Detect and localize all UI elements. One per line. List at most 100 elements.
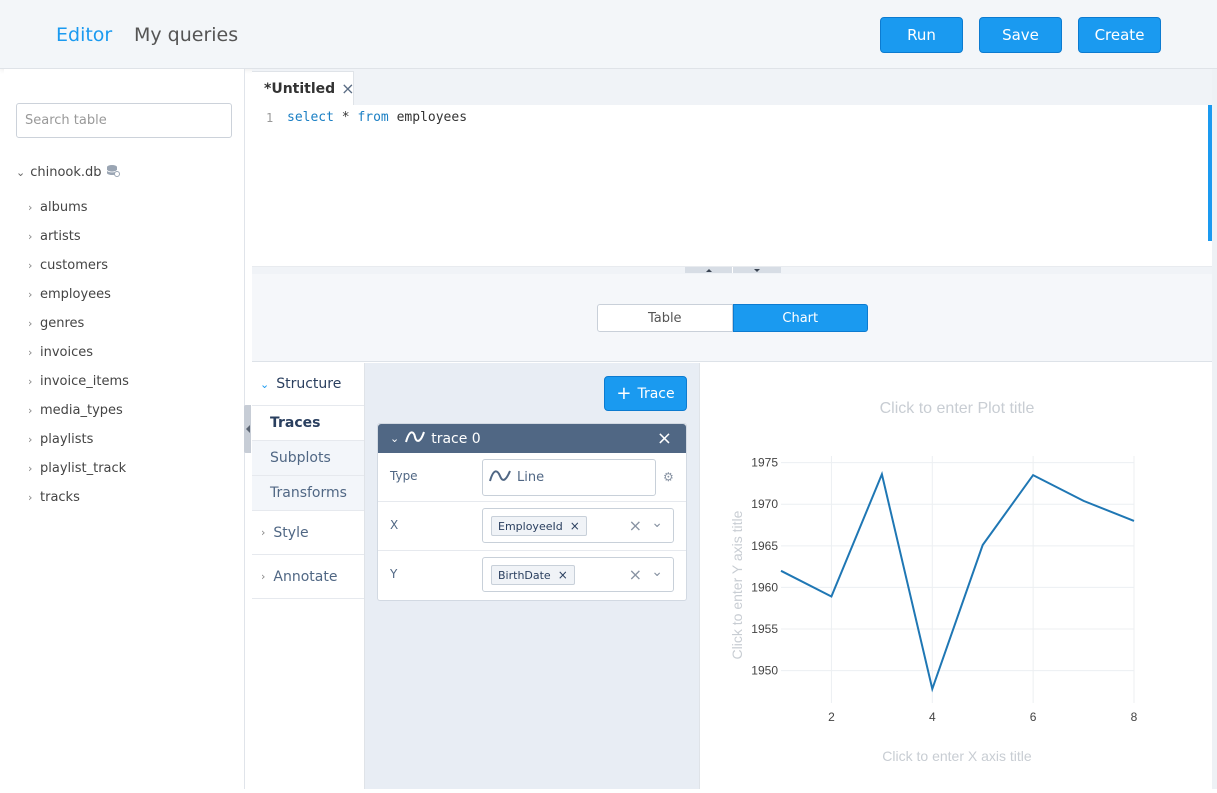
- trace-type-selector[interactable]: Line: [482, 459, 656, 496]
- series-line[interactable]: [780, 471, 1135, 693]
- tab-untitled[interactable]: *Untitled ×: [252, 71, 355, 105]
- table-name: playlists: [40, 432, 94, 447]
- chevron-down-icon[interactable]: ⌄: [651, 515, 663, 531]
- pane-splitter[interactable]: [252, 267, 1212, 274]
- table-name: customers: [40, 258, 108, 273]
- table-name: genres: [40, 316, 85, 331]
- chevron-right-icon: ›: [28, 259, 33, 272]
- table-name: invoices: [40, 345, 94, 360]
- x-tick-label: 6: [1030, 710, 1037, 724]
- chevron-right-icon: ›: [28, 346, 33, 359]
- remove-icon[interactable]: ×: [570, 519, 580, 533]
- table-item-albums[interactable]: › albums: [28, 193, 129, 222]
- chevron-right-icon: ›: [28, 491, 33, 504]
- y-tick-label: 1975: [751, 456, 778, 470]
- nav-traces[interactable]: Traces: [252, 406, 364, 441]
- chevron-right-icon: ›: [28, 433, 33, 446]
- chevron-right-icon: ›: [28, 462, 33, 475]
- y-tick-label: 1965: [751, 539, 778, 553]
- table-name: media_types: [40, 403, 123, 418]
- y-tick-label: 1970: [751, 497, 778, 511]
- close-icon[interactable]: ×: [341, 79, 354, 98]
- nav-my-queries[interactable]: My queries: [134, 24, 238, 46]
- gear-icon[interactable]: ⚙: [663, 470, 674, 484]
- database-node[interactable]: ⌄ chinook.db: [16, 164, 120, 181]
- chevron-right-icon: ›: [28, 404, 33, 417]
- chevron-down-icon[interactable]: ⌄: [651, 564, 663, 580]
- remove-icon[interactable]: ×: [558, 568, 568, 582]
- chevron-right-icon: ›: [28, 375, 33, 388]
- database-icon: [106, 164, 120, 181]
- nav-editor[interactable]: Editor: [56, 24, 112, 46]
- nav-structure[interactable]: ⌄ Structure: [252, 363, 364, 406]
- chevron-right-icon: ›: [261, 570, 266, 583]
- x-field: X EmployeeId × × ⌄: [378, 502, 686, 551]
- y-tick-label: 1960: [751, 580, 778, 594]
- table-item-playlist-track[interactable]: › playlist_track: [28, 454, 129, 483]
- line-trace-icon: [405, 430, 426, 448]
- line-chart[interactable]: 1950 1955 1960 1965 1970 1975 2 4 6 8 Click to ent…: [700, 363, 1213, 789]
- chevron-right-icon: ›: [28, 317, 33, 330]
- type-label: Type: [390, 469, 418, 483]
- save-button[interactable]: Save: [979, 17, 1062, 53]
- trace-header[interactable]: ⌄ trace 0 ×: [378, 424, 686, 453]
- view-toggle: Table Chart: [597, 304, 868, 332]
- chevron-down-icon: ⌄: [260, 377, 270, 391]
- top-header: Editor My queries Run Save Create: [0, 0, 1217, 69]
- y-label: Y: [390, 567, 398, 581]
- table-item-tracks[interactable]: › tracks: [28, 483, 129, 512]
- table-item-media-types[interactable]: › media_types: [28, 396, 129, 425]
- sql-editor[interactable]: 1 select * from employees: [252, 105, 1212, 267]
- collapse-up-button[interactable]: [685, 267, 733, 273]
- add-trace-button[interactable]: + Trace: [604, 376, 687, 411]
- sidebar-collapse-handle[interactable]: [244, 405, 251, 453]
- nav-transforms[interactable]: Transforms: [252, 476, 364, 511]
- clear-icon[interactable]: ×: [629, 516, 642, 535]
- result-view-bar: Table Chart: [252, 274, 1212, 362]
- y-axis-title[interactable]: Click to enter Y axis title: [729, 510, 745, 659]
- table-name: invoice_items: [40, 374, 129, 389]
- nav-style[interactable]: › Style: [252, 511, 364, 555]
- x-label: X: [390, 518, 399, 532]
- nav-annotate[interactable]: › Annotate: [252, 555, 364, 599]
- y-tick-label: 1955: [751, 622, 778, 636]
- x-column-chip: EmployeeId ×: [491, 516, 587, 536]
- table-item-genres[interactable]: › genres: [28, 309, 129, 338]
- chevron-down-icon: ⌄: [390, 432, 400, 445]
- table-item-customers[interactable]: › customers: [28, 251, 129, 280]
- chevron-right-icon: ›: [28, 201, 33, 214]
- y-column-chip: BirthDate ×: [491, 565, 575, 585]
- x-tick-label: 2: [828, 710, 835, 724]
- x-tick-label: 4: [929, 710, 936, 724]
- table-item-employees[interactable]: › employees: [28, 280, 129, 309]
- clear-icon[interactable]: ×: [629, 565, 642, 584]
- table-item-invoice-items[interactable]: › invoice_items: [28, 367, 129, 396]
- create-button[interactable]: Create: [1078, 17, 1161, 53]
- table-name: tracks: [40, 490, 80, 505]
- trace-name: trace 0: [431, 430, 481, 447]
- table-item-playlists[interactable]: › playlists: [28, 425, 129, 454]
- table-item-artists[interactable]: › artists: [28, 222, 129, 251]
- run-button[interactable]: Run: [880, 17, 963, 53]
- x-tick-label: 8: [1131, 710, 1138, 724]
- line-number: 1: [266, 111, 274, 125]
- search-table-input[interactable]: [16, 103, 232, 138]
- table-item-invoices[interactable]: › invoices: [28, 338, 129, 367]
- close-icon[interactable]: ×: [657, 428, 672, 449]
- chevron-right-icon: ›: [261, 526, 266, 539]
- collapse-down-button[interactable]: [733, 267, 781, 273]
- schema-sidebar: ⌄ chinook.db › albums › artists › customers › e…: [4, 69, 245, 789]
- query-text[interactable]: select * from employees: [287, 110, 467, 125]
- plus-icon: +: [616, 383, 632, 404]
- plot-title[interactable]: Click to enter Plot title: [880, 400, 1035, 417]
- chart-editor-nav: ⌄ Structure Traces Subplots Transforms ›…: [252, 363, 365, 789]
- x-axis-title[interactable]: Click to enter X axis title: [882, 748, 1032, 764]
- tab-chart[interactable]: Chart: [732, 304, 868, 332]
- database-name: chinook.db: [30, 165, 102, 180]
- nav-subplots[interactable]: Subplots: [252, 441, 364, 476]
- line-trace-icon: [489, 469, 511, 487]
- x-column-select[interactable]: EmployeeId × × ⌄: [482, 508, 674, 543]
- y-column-select[interactable]: BirthDate × × ⌄: [482, 557, 674, 592]
- right-edge: [1212, 69, 1217, 789]
- tab-table[interactable]: Table: [597, 304, 733, 332]
